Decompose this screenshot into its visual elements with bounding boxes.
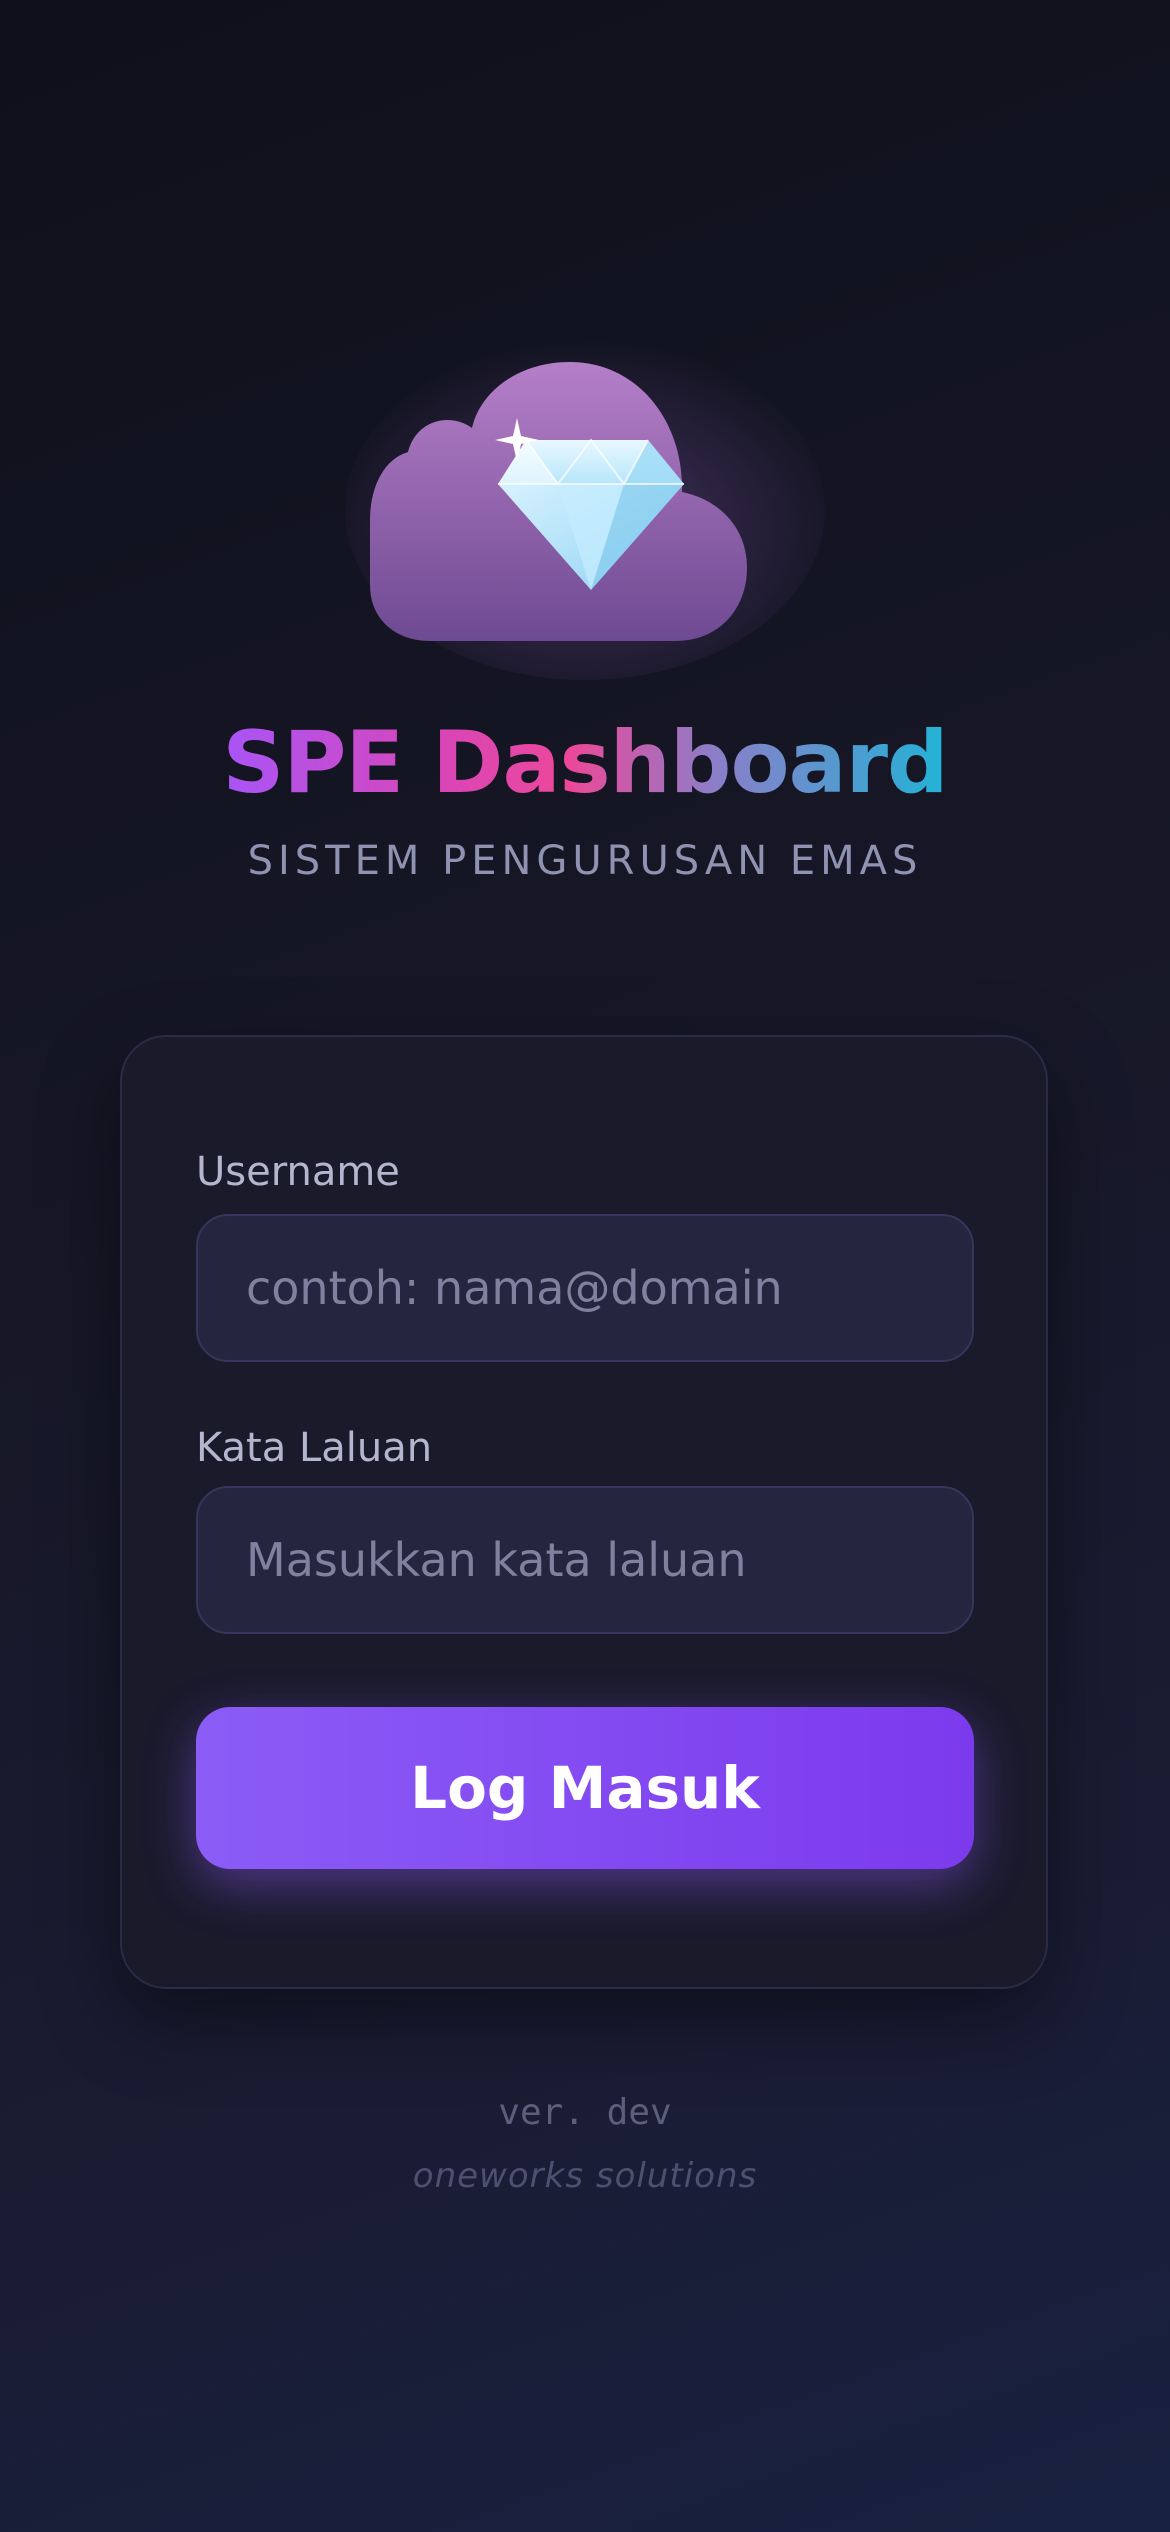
company-text: oneworks solutions bbox=[412, 2156, 758, 2196]
app-subtitle: SISTEM PENGURUSAN EMAS bbox=[247, 838, 923, 884]
app-logo bbox=[345, 340, 825, 680]
login-card: Username Kata Laluan Log Masuk bbox=[120, 1035, 1048, 1989]
app-title-text: SPE Dashboard bbox=[222, 713, 948, 813]
password-label: Kata Laluan bbox=[196, 1425, 433, 1471]
password-input[interactable] bbox=[196, 1486, 974, 1634]
app-title: SPE Dashboard bbox=[0, 708, 1170, 818]
username-input[interactable] bbox=[196, 1214, 974, 1362]
cloud-diamond-icon bbox=[345, 340, 825, 680]
version-text: ver. dev bbox=[498, 2092, 672, 2133]
login-button[interactable]: Log Masuk bbox=[196, 1707, 974, 1869]
username-label: Username bbox=[196, 1149, 400, 1195]
